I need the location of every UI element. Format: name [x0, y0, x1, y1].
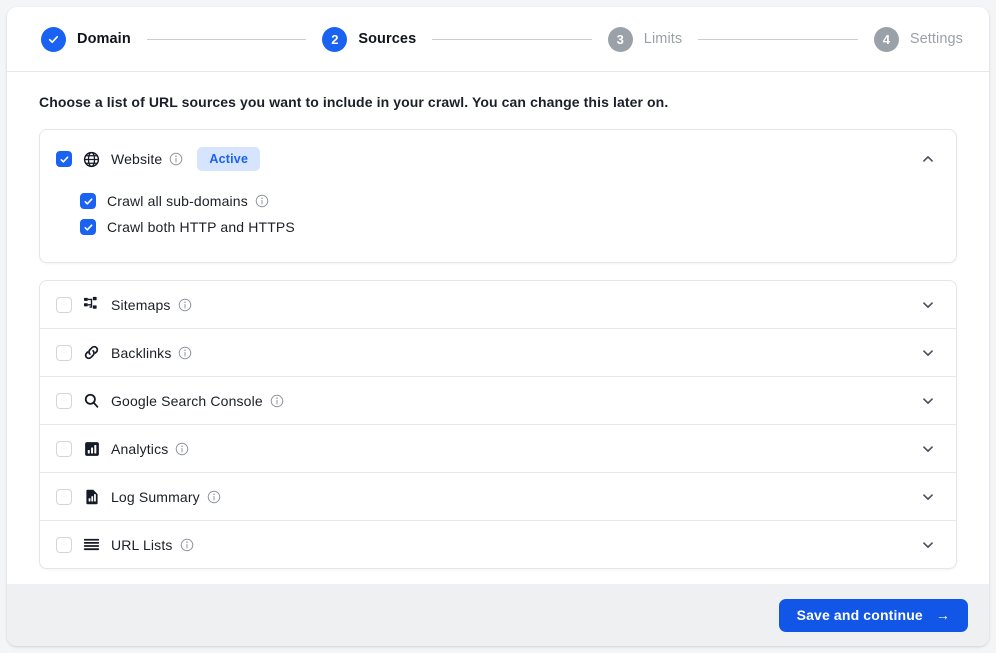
chevron-down-icon[interactable]: [918, 439, 938, 459]
status-badge: Active: [197, 147, 261, 171]
page-description: Choose a list of URL sources you want to…: [39, 94, 669, 110]
info-icon[interactable]: [175, 442, 189, 456]
source-card-website: Website Active Crawl all sub-domains Cra…: [39, 129, 957, 263]
step-connector-3: [698, 38, 858, 40]
suboption-label-crawl-subdomains: Crawl all sub-domains: [107, 193, 248, 209]
source-row-analytics[interactable]: Analytics: [40, 425, 956, 472]
source-label-website: Website: [111, 151, 163, 167]
source-label-sitemaps: Sitemaps: [111, 296, 171, 313]
step-limits-label: Limits: [643, 31, 683, 47]
document-chart-icon: [83, 488, 100, 505]
bar-chart-icon: [83, 440, 100, 457]
chevron-down-icon[interactable]: [918, 535, 938, 555]
checkbox-google-search-console[interactable]: [56, 392, 72, 409]
source-row-google-search-console[interactable]: Google Search Console: [40, 377, 956, 424]
info-icon[interactable]: [207, 490, 221, 504]
info-icon[interactable]: [178, 298, 192, 312]
save-and-continue-label: Save and continue: [796, 607, 923, 623]
step-settings-bullet: 4: [873, 26, 899, 52]
suboption-label-crawl-http-https: Crawl both HTTP and HTTPS: [107, 219, 295, 235]
source-row-log-summary[interactable]: Log Summary: [40, 473, 956, 520]
step-connector-1: [146, 38, 307, 40]
step-domain-label: Domain: [77, 31, 131, 47]
source-label-url-lists: URL Lists: [111, 536, 173, 553]
info-icon[interactable]: [270, 394, 284, 408]
checkbox-crawl-subdomains[interactable]: [80, 193, 96, 209]
step-limits-bullet: 3: [607, 26, 633, 52]
save-and-continue-button[interactable]: Save and continue →: [778, 598, 968, 632]
checkbox-analytics[interactable]: [56, 440, 72, 457]
source-row-url-lists[interactable]: URL Lists: [40, 521, 956, 568]
source-label-backlinks: Backlinks: [111, 344, 172, 361]
source-label-analytics: Analytics: [111, 440, 169, 457]
source-row-website[interactable]: Website Active: [40, 130, 956, 188]
search-icon: [83, 392, 100, 409]
sitemap-icon: [83, 296, 100, 313]
checkbox-log-summary[interactable]: [56, 488, 72, 505]
arrow-right-icon: →: [935, 607, 950, 623]
source-row-backlinks[interactable]: Backlinks: [40, 329, 956, 376]
chevron-down-icon[interactable]: [918, 343, 938, 363]
step-settings[interactable]: 4 Settings: [873, 26, 964, 52]
website-suboptions: Crawl all sub-domains Crawl both HTTP an…: [40, 188, 956, 262]
step-sources-label: Sources: [358, 31, 417, 47]
chevron-up-icon[interactable]: [918, 149, 938, 169]
source-list-card: Sitemaps Backlinks Google Search Console…: [39, 280, 957, 569]
info-icon[interactable]: [178, 346, 192, 360]
chevron-down-icon[interactable]: [918, 391, 938, 411]
info-icon[interactable]: [255, 194, 269, 208]
step-connector-2: [432, 38, 592, 40]
step-domain-bullet: [41, 26, 66, 52]
info-icon[interactable]: [169, 152, 183, 166]
chevron-down-icon[interactable]: [918, 487, 938, 507]
chevron-down-icon[interactable]: [918, 295, 938, 315]
suboption-crawl-http-https[interactable]: Crawl both HTTP and HTTPS: [80, 214, 956, 240]
checkbox-url-lists[interactable]: [56, 536, 72, 553]
step-sources-bullet: 2: [322, 26, 348, 52]
checkbox-crawl-http-https[interactable]: [80, 219, 96, 235]
list-lines-icon: [83, 536, 100, 553]
wizard-window: Domain 2 Sources 3 Limits 4 Settings Cho…: [7, 7, 989, 646]
link-icon: [83, 344, 100, 361]
info-icon[interactable]: [180, 538, 194, 552]
step-domain[interactable]: Domain: [41, 26, 131, 52]
source-row-sitemaps[interactable]: Sitemaps: [40, 281, 956, 328]
source-label-log-summary: Log Summary: [111, 488, 200, 505]
step-settings-label: Settings: [909, 31, 964, 47]
wizard-body: Choose a list of URL sources you want to…: [7, 72, 989, 584]
checkbox-backlinks[interactable]: [56, 344, 72, 361]
step-sources[interactable]: 2 Sources: [322, 26, 417, 52]
wizard-stepper: Domain 2 Sources 3 Limits 4 Settings: [7, 7, 989, 72]
wizard-footer: Save and continue →: [7, 584, 989, 646]
step-limits[interactable]: 3 Limits: [607, 26, 683, 52]
globe-icon: [83, 151, 100, 168]
source-label-google-search-console: Google Search Console: [111, 392, 263, 409]
suboption-crawl-subdomains[interactable]: Crawl all sub-domains: [80, 188, 956, 214]
checkbox-website[interactable]: [56, 151, 72, 167]
checkbox-sitemaps[interactable]: [56, 296, 72, 313]
